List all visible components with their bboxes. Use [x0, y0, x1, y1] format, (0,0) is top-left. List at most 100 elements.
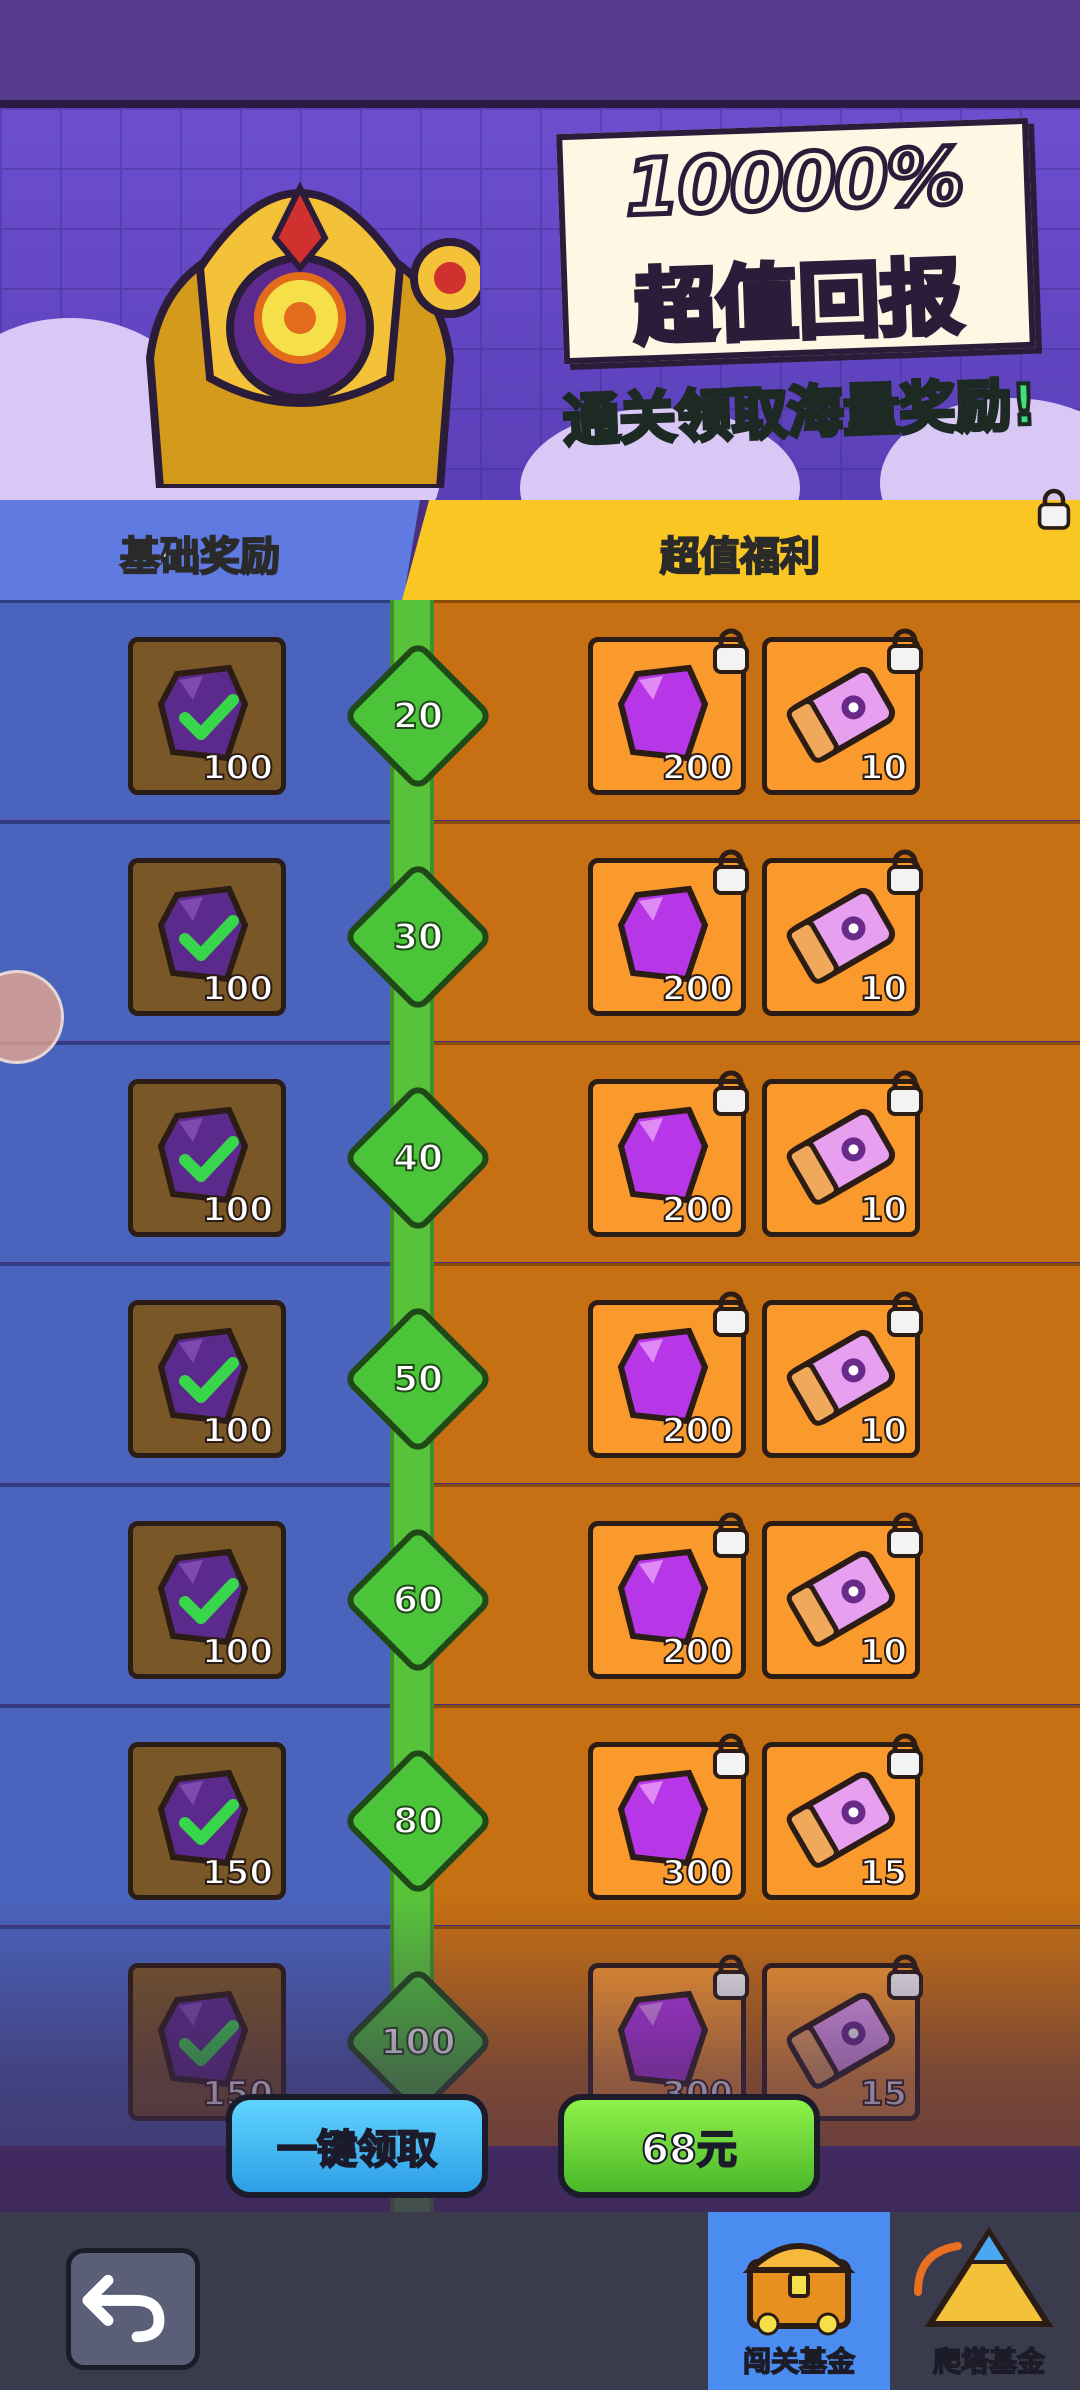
- reward-row: 100 200 10: [0, 600, 1080, 821]
- premium-ticket-slot[interactable]: 15: [762, 1733, 923, 1900]
- pyramid-icon: [914, 2226, 1054, 2327]
- premium-ticket-slot[interactable]: 10: [762, 849, 923, 1016]
- premium-ticket-slot[interactable]: 10: [762, 1512, 923, 1679]
- premium-ticket-qty: 10: [859, 747, 908, 789]
- basic-reward-qty: 150: [201, 1852, 274, 1894]
- premium-reward-cell: 300 15: [420, 1705, 1080, 1925]
- premium-gem-slot[interactable]: 200: [588, 1291, 749, 1458]
- lock-icon: [713, 1291, 749, 1337]
- tab-stage-fund-label: 闯关基金: [742, 2344, 856, 2379]
- reward-row: 150 300: [0, 1705, 1080, 1926]
- reward-row: 100 200 10: [0, 821, 1080, 1042]
- premium-gem-slot[interactable]: 300: [588, 1733, 749, 1900]
- back-button[interactable]: [66, 2248, 200, 2370]
- level-number: 40: [392, 1136, 444, 1179]
- premium-gem-qty: 200: [661, 1189, 734, 1231]
- promo-banner: 10000% 超值回报 通关领取海量奖励!: [0, 108, 1080, 500]
- reward-row: 100 200 10: [0, 1484, 1080, 1705]
- tab-premium-rewards: 超值福利: [402, 500, 1080, 600]
- premium-ticket-qty: 10: [859, 968, 908, 1010]
- top-bar: [0, 0, 1080, 108]
- lock-icon: [887, 1512, 923, 1558]
- lock-icon: [887, 849, 923, 895]
- basic-reward-cell: 150: [0, 1705, 400, 1925]
- lock-icon: [887, 1733, 923, 1779]
- lock-icon: [713, 849, 749, 895]
- basic-reward-cell: 100: [0, 1263, 400, 1483]
- golden-knight-character: [145, 181, 480, 488]
- basic-reward-qty: 100: [201, 1631, 274, 1673]
- tab-tower-fund[interactable]: 爬塔基金: [898, 2212, 1080, 2390]
- lock-icon: [713, 628, 749, 674]
- basic-reward-qty: 100: [201, 1189, 274, 1231]
- premium-gem-qty: 300: [661, 1852, 734, 1894]
- premium-ticket-slot[interactable]: 10: [762, 1070, 923, 1237]
- banner-title-text: 超值回报: [630, 248, 966, 359]
- premium-gem-slot[interactable]: 200: [588, 628, 749, 795]
- premium-ticket-qty: 10: [859, 1189, 908, 1231]
- bottom-nav: 闯关基金 爬塔基金: [0, 2212, 1080, 2390]
- treasure-chest-icon: [742, 2243, 856, 2336]
- basic-reward-slot[interactable]: 100: [128, 1521, 286, 1679]
- check-icon: [179, 915, 239, 961]
- premium-ticket-qty: 15: [859, 1852, 908, 1894]
- premium-ticket-qty: 10: [859, 1631, 908, 1673]
- premium-gem-qty: 200: [661, 1410, 734, 1452]
- reward-row: 100 200 10: [0, 1042, 1080, 1263]
- premium-reward-cell: 200 10: [420, 1263, 1080, 1483]
- check-icon: [179, 694, 239, 740]
- premium-gem-slot[interactable]: 200: [588, 1512, 749, 1679]
- tab-basic-rewards: 基础奖励: [0, 500, 420, 600]
- level-number: 50: [392, 1357, 444, 1400]
- lock-icon: [887, 1070, 923, 1116]
- tab-stage-fund[interactable]: 闯关基金: [708, 2212, 890, 2390]
- basic-reward-cell: 100: [0, 600, 400, 820]
- check-icon: [179, 1136, 239, 1182]
- purchase-button[interactable]: 68元: [558, 2094, 820, 2198]
- check-icon: [179, 1357, 239, 1403]
- basic-reward-qty: 100: [201, 747, 274, 789]
- basic-reward-cell: 100: [0, 1484, 400, 1704]
- basic-reward-slot[interactable]: 100: [128, 1300, 286, 1458]
- lock-icon: [887, 628, 923, 674]
- premium-reward-cell: 200 10: [420, 1484, 1080, 1704]
- banner-title-box: 10000% 超值回报: [556, 117, 1036, 365]
- premium-gem-qty: 200: [661, 1631, 734, 1673]
- premium-ticket-slot[interactable]: 10: [762, 1291, 923, 1458]
- basic-reward-qty: 100: [201, 968, 274, 1010]
- premium-ticket-slot[interactable]: 10: [762, 628, 923, 795]
- list-bottom-fade: [0, 1900, 1080, 2212]
- basic-reward-qty: 100: [201, 1410, 274, 1452]
- basic-reward-slot[interactable]: 150: [128, 1742, 286, 1900]
- premium-reward-cell: 200 10: [420, 821, 1080, 1041]
- basic-reward-slot[interactable]: 100: [128, 858, 286, 1016]
- lock-icon: [887, 1291, 923, 1337]
- level-number: 80: [392, 1799, 444, 1842]
- reward-row: 100 200 10: [0, 1263, 1080, 1484]
- premium-gem-slot[interactable]: 200: [588, 1070, 749, 1237]
- premium-gem-slot[interactable]: 200: [588, 849, 749, 1016]
- tab-tower-fund-label: 爬塔基金: [932, 2344, 1046, 2379]
- premium-gem-qty: 200: [661, 968, 734, 1010]
- premium-ticket-qty: 10: [859, 1410, 908, 1452]
- basic-reward-slot[interactable]: 100: [128, 1079, 286, 1237]
- check-icon: [179, 1799, 239, 1845]
- premium-reward-cell: 200 10: [420, 1042, 1080, 1262]
- banner-title-percent: 10000%: [621, 130, 966, 237]
- check-icon: [179, 1578, 239, 1624]
- tab-premium-label: 超值福利: [659, 533, 821, 581]
- reward-tabs: 基础奖励 超值福利: [0, 500, 1080, 600]
- level-number: 60: [392, 1578, 444, 1621]
- lock-icon: [713, 1512, 749, 1558]
- level-number: 30: [392, 915, 444, 958]
- claim-all-button[interactable]: 一键领取: [226, 2094, 488, 2198]
- back-arrow-icon: [82, 2274, 165, 2343]
- basic-reward-cell: 100: [0, 1042, 400, 1262]
- premium-gem-qty: 200: [661, 747, 734, 789]
- lock-icon: [713, 1733, 749, 1779]
- level-number: 20: [392, 694, 444, 737]
- lock-icon: [713, 1070, 749, 1116]
- lock-icon: [1037, 488, 1071, 530]
- tab-basic-label: 基础奖励: [119, 533, 281, 581]
- basic-reward-slot[interactable]: 100: [128, 637, 286, 795]
